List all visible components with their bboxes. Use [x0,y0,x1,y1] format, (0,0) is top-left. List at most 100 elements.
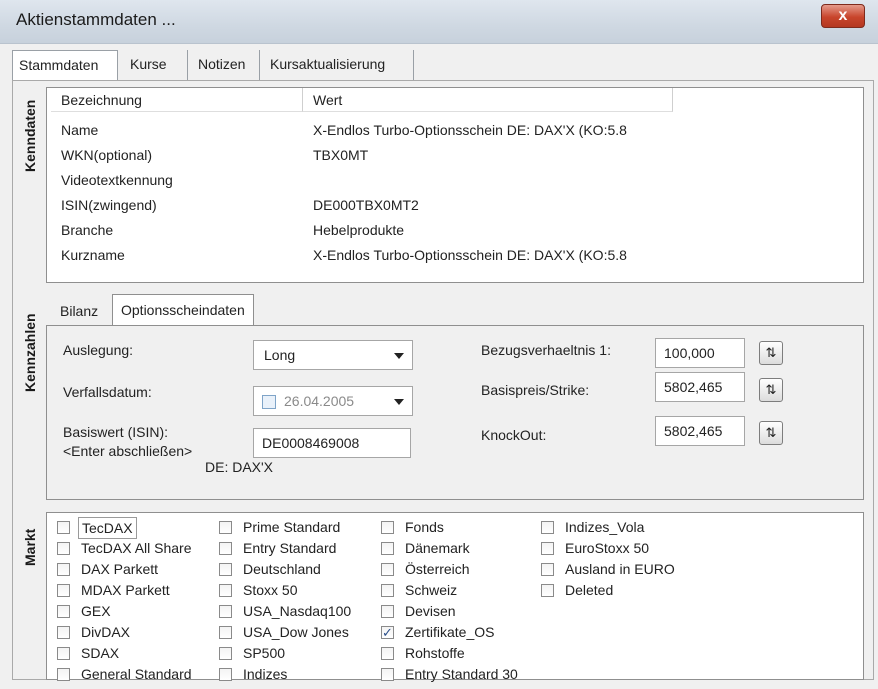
row-value: DE000TBX0MT2 [313,197,419,213]
checkbox[interactable] [219,563,232,576]
checkbox-label: MDAX Parkett [81,582,170,598]
knockout-label: KnockOut: [481,427,547,443]
checkbox-label: USA_Nasdaq100 [243,603,352,619]
tab-stammdaten[interactable]: Stammdaten [12,50,118,82]
checkbox[interactable] [57,605,70,618]
checkbox[interactable] [381,647,394,660]
checkbox-label: Schweiz [405,582,458,598]
checkbox-label: Fonds [405,519,444,535]
checkbox-label: EuroStoxx 50 [565,540,650,556]
row-name: Name [61,122,99,138]
row-value: Hebelprodukte [313,222,405,238]
checkbox-label: Indizes_Vola [565,519,645,535]
checkbox-label: Österreich [405,561,470,577]
row-name: ISIN(zwingend) [61,197,157,213]
checkbox[interactable] [219,626,232,639]
checkbox-label: Entry Standard [243,540,337,556]
checkbox[interactable] [57,647,70,660]
checkbox[interactable] [381,521,394,534]
checkbox-label: Ausland in EURO [565,561,675,577]
checkbox-label: Devisen [405,603,456,619]
verfallsdatum-label: Verfallsdatum: [63,384,152,400]
spin-arrows-icon: ⇅ [765,425,777,440]
checkbox-label: Dänemark [405,540,470,556]
tab-optionsscheindaten[interactable]: Optionsscheindaten [112,294,254,326]
checkbox[interactable] [541,563,554,576]
bezugsverhaeltnis-spin-button[interactable]: ⇅ [759,341,783,365]
checkbox[interactable] [381,668,394,681]
checkbox[interactable] [57,584,70,597]
verfallsdatum-picker[interactable]: 26.04.2005 [253,386,413,416]
checkbox[interactable] [219,542,232,555]
tab-bilanz[interactable]: Bilanz [60,296,98,326]
verfallsdatum-value: 26.04.2005 [284,393,355,409]
bezugsverhaeltnis-value: 100,000 [664,345,715,361]
tab-kursaktualisierung[interactable]: Kursaktualisierung [264,50,414,80]
row-value: X-Endlos Turbo-Optionsschein DE: DAX'X (… [313,122,627,138]
tab-notizen[interactable]: Notizen [192,50,260,80]
knockout-spin-button[interactable]: ⇅ [759,421,783,445]
column-header-wert[interactable]: Wert [303,88,673,112]
basispreis-input[interactable]: 5802,465 [655,372,745,402]
kenndaten-list[interactable]: Bezeichnung Wert Name X-Endlos Turbo-Opt… [46,87,864,283]
checkbox[interactable] [57,542,70,555]
basispreis-spin-button[interactable]: ⇅ [759,378,783,402]
checkbox-label: GEX [81,603,111,619]
auslegung-dropdown[interactable]: Long [253,340,413,370]
section-label-markt: Markt [22,528,38,566]
checkbox[interactable] [219,668,232,681]
checkbox[interactable] [219,605,232,618]
basiswert-hint: <Enter abschließen> [63,443,193,459]
auslegung-value: Long [264,347,296,363]
knockout-value: 5802,465 [664,423,723,439]
basiswert-label: Basiswert (ISIN): [63,424,169,440]
checkbox-label: Entry Standard 30 [405,666,518,682]
column-header-bezeichnung[interactable]: Bezeichnung [51,88,303,112]
checkbox[interactable] [381,542,394,555]
chevron-down-icon [394,353,404,359]
checkbox[interactable] [381,584,394,597]
tab-kurse[interactable]: Kurse [124,50,188,80]
markt-checklist: TecDAX TecDAX All Share DAX Parkett MDAX Pa… [46,512,864,682]
optionsscheindaten-panel: Auslegung: Long Verfallsdatum: 26.04.200… [46,325,864,500]
aktienstammdaten-dialog: Aktienstammdaten ... x Stammdaten Kurse … [0,0,878,689]
checkbox[interactable] [541,584,554,597]
checkbox[interactable] [381,605,394,618]
bezugsverhaeltnis-input[interactable]: 100,000 [655,338,745,368]
checkbox[interactable] [57,668,70,681]
close-button[interactable]: x [821,4,865,28]
checkbox-label: Zertifikate_OS [405,624,495,640]
knockout-input[interactable]: 5802,465 [655,416,745,446]
close-icon: x [838,7,848,24]
basiswert-input[interactable]: DE0008469008 [253,428,411,458]
checkbox[interactable] [381,623,394,643]
row-value: TBX0MT [313,147,369,163]
checkbox-label: USA_Dow Jones [243,624,349,640]
checkbox-label: Deleted [565,582,614,598]
section-label-kennzahlen: Kennzahlen [22,313,38,392]
checkbox[interactable] [219,584,232,597]
checkbox[interactable] [219,647,232,660]
spin-arrows-icon: ⇅ [765,345,777,360]
window-title: Aktienstammdaten ... [16,10,176,29]
auslegung-label: Auslegung: [63,342,134,358]
checkbox[interactable] [541,542,554,555]
checkbox[interactable] [57,563,70,576]
row-value: X-Endlos Turbo-Optionsschein DE: DAX'X (… [313,247,627,263]
checkbox-label: SDAX [81,645,120,661]
checkbox-label: TecDAX All Share [81,540,192,556]
title-bar: Aktienstammdaten ... x [0,0,878,44]
checkbox-label: General Standard [81,666,192,682]
checkbox[interactable] [219,521,232,534]
checkbox-label: Rohstoffe [405,645,465,661]
basiswert-name: DE: DAX'X [205,459,274,475]
bezugsverhaeltnis-label: Bezugsverhaeltnis 1: [481,342,611,358]
checkbox-label: TecDAX [78,517,137,539]
row-name: Kurzname [61,247,125,263]
checkbox[interactable] [57,626,70,639]
section-label-kenndaten: Kenndaten [22,99,38,172]
date-enable-checkbox[interactable] [262,395,276,409]
checkbox[interactable] [541,521,554,534]
checkbox[interactable] [57,521,70,534]
checkbox[interactable] [381,563,394,576]
